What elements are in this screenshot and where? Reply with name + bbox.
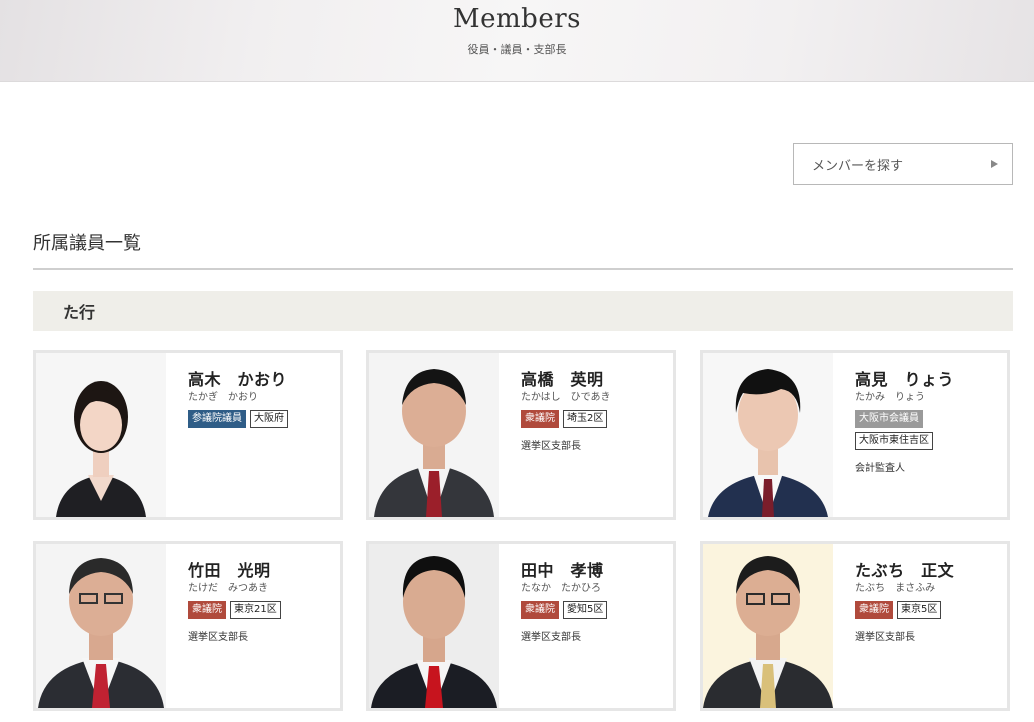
house-badge: 大阪市会議員 bbox=[855, 410, 923, 428]
member-card[interactable]: 高木 かおり たかぎ かおり 参議院議員 大阪府 bbox=[33, 350, 343, 520]
district-badge: 愛知5区 bbox=[563, 601, 608, 619]
section-divider bbox=[33, 268, 1013, 270]
member-role: 選挙区支部長 bbox=[188, 632, 248, 643]
group-label: た行 bbox=[63, 303, 96, 322]
member-name: 高橋 英明 bbox=[521, 370, 604, 389]
member-kana: たかみ りょう bbox=[855, 392, 925, 403]
member-photo bbox=[36, 353, 166, 517]
district-badge: 大阪市東住吉区 bbox=[855, 432, 933, 450]
member-kana: たけだ みつあき bbox=[188, 583, 268, 594]
member-role: 選挙区支部長 bbox=[521, 632, 581, 643]
house-badge: 衆議院 bbox=[855, 601, 893, 619]
arrow-right-icon bbox=[991, 160, 998, 168]
member-photo bbox=[703, 353, 833, 517]
district-badge: 埼玉2区 bbox=[563, 410, 608, 428]
district-badge: 東京21区 bbox=[230, 601, 281, 619]
member-card[interactable]: 高見 りょう たかみ りょう 大阪市会議員 大阪市東住吉区 会計監査人 bbox=[700, 350, 1010, 520]
member-kana: たかぎ かおり bbox=[188, 392, 258, 403]
member-card[interactable]: たぶち 正文 たぶち まさふみ 衆議院 東京5区 選挙区支部長 bbox=[700, 541, 1010, 711]
member-card[interactable]: 竹田 光明 たけだ みつあき 衆議院 東京21区 選挙区支部長 bbox=[33, 541, 343, 711]
section-title: 所属議員一覧 bbox=[33, 233, 141, 254]
member-photo bbox=[369, 544, 499, 708]
district-badge: 東京5区 bbox=[897, 601, 942, 619]
find-member-button[interactable]: メンバーを探す bbox=[793, 143, 1013, 185]
member-name: たぶち 正文 bbox=[855, 561, 955, 580]
member-kana: たぶち まさふみ bbox=[855, 583, 936, 594]
member-role: 選挙区支部長 bbox=[855, 632, 915, 643]
page-subtitle: 役員・議員・支部長 bbox=[467, 43, 567, 56]
district-badge: 大阪府 bbox=[250, 410, 288, 428]
page-hero: Members 役員・議員・支部長 bbox=[0, 0, 1034, 82]
house-badge: 衆議院 bbox=[521, 410, 559, 428]
member-role: 選挙区支部長 bbox=[521, 441, 581, 452]
house-badge: 参議院議員 bbox=[188, 410, 246, 428]
member-role: 会計監査人 bbox=[855, 463, 905, 474]
member-name: 高木 かおり bbox=[188, 370, 288, 389]
member-kana: たかはし ひであき bbox=[521, 392, 611, 403]
house-badge: 衆議院 bbox=[521, 601, 559, 619]
member-photo bbox=[703, 544, 833, 708]
member-name: 竹田 光明 bbox=[188, 561, 271, 580]
member-kana: たなか たかひろ bbox=[521, 583, 601, 594]
house-badge: 衆議院 bbox=[188, 601, 226, 619]
member-name: 高見 りょう bbox=[855, 370, 955, 389]
find-member-label: メンバーを探す bbox=[812, 158, 904, 174]
member-card[interactable]: 田中 孝博 たなか たかひろ 衆議院 愛知5区 選挙区支部長 bbox=[366, 541, 676, 711]
group-header: た行 bbox=[33, 291, 1013, 331]
member-card[interactable]: 高橋 英明 たかはし ひであき 衆議院 埼玉2区 選挙区支部長 bbox=[366, 350, 676, 520]
page-title: Members bbox=[453, 4, 581, 34]
member-photo bbox=[369, 353, 499, 517]
member-name: 田中 孝博 bbox=[521, 561, 604, 580]
member-photo bbox=[36, 544, 166, 708]
